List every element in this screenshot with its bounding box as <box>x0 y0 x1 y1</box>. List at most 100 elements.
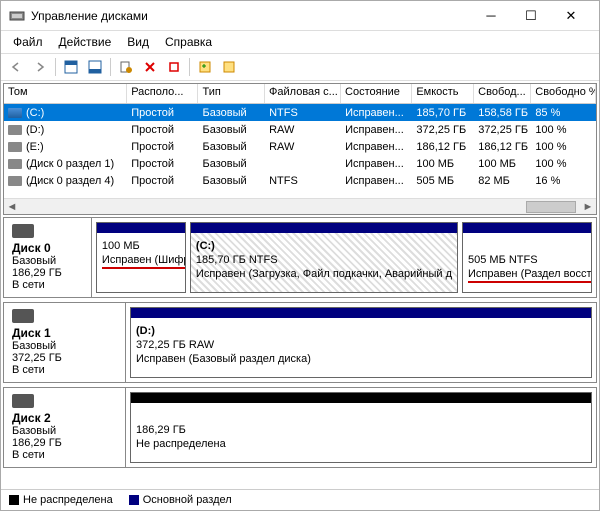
disk-2-type: Базовый <box>12 425 117 437</box>
disk-0-part-1[interactable]: 100 МБ Исправен (Шифр <box>96 222 186 293</box>
menu-file[interactable]: Файл <box>5 33 51 51</box>
disk-0-row[interactable]: Диск 0 Базовый 186,29 ГБ В сети 100 МБ И… <box>3 217 597 298</box>
th-cap[interactable]: Емкость <box>412 84 474 103</box>
cell-layout: Простой <box>127 157 198 171</box>
table-header: Том Располо... Тип Файловая с... Состоян… <box>4 84 596 104</box>
scroll-left-icon[interactable]: ◄ <box>4 200 20 214</box>
cell-fs: RAW <box>265 140 341 154</box>
part-status: Исправен (Раздел восстан <box>468 267 592 283</box>
disk-0-part-2[interactable]: (C:) 185,70 ГБ NTFS Исправен (Загрузка, … <box>190 222 458 293</box>
cell-layout: Простой <box>127 174 198 188</box>
view-bottom-button[interactable] <box>84 56 106 78</box>
part-size: 505 МБ NTFS <box>468 253 586 267</box>
disk-1-part-1[interactable]: (D:) 372,25 ГБ RAW Исправен (Базовый раз… <box>130 307 592 378</box>
table-row[interactable]: (Диск 0 раздел 4)ПростойБазовыйNTFSИспра… <box>4 172 596 189</box>
cell-status: Исправен... <box>341 123 412 137</box>
disk-0-part-3[interactable]: 505 МБ NTFS Исправен (Раздел восстан <box>462 222 592 293</box>
volume-icon <box>8 159 22 169</box>
cell-pct: 100 % <box>531 140 596 154</box>
app-icon <box>9 8 25 24</box>
menu-view[interactable]: Вид <box>119 33 157 51</box>
part-size: 372,25 ГБ RAW <box>136 338 586 352</box>
part-name: (D:) <box>136 324 586 338</box>
scroll-right-icon[interactable]: ► <box>580 200 596 214</box>
close-button[interactable]: ✕ <box>551 2 591 30</box>
window-title: Управление дисками <box>31 9 471 23</box>
volume-icon <box>8 142 22 152</box>
cell-status: Исправен... <box>341 106 412 120</box>
menu-action[interactable]: Действие <box>51 33 120 51</box>
cell-pct: 85 % <box>531 106 596 120</box>
forward-button[interactable] <box>29 56 51 78</box>
legend: Не распределена Основной раздел <box>1 489 599 510</box>
th-fs[interactable]: Файловая с... <box>265 84 341 103</box>
drive-icon <box>12 394 34 408</box>
cell-status: Исправен... <box>341 157 412 171</box>
disk-0-type: Базовый <box>12 255 83 267</box>
delete-button[interactable] <box>139 56 161 78</box>
disk-2-part-1[interactable]: 186,29 ГБ Не распределена <box>130 392 592 463</box>
cell-cap: 505 МБ <box>412 174 474 188</box>
view-top-button[interactable] <box>60 56 82 78</box>
cell-type: Базовый <box>199 157 266 171</box>
disk-0-status: В сети <box>12 279 83 291</box>
volumes-table[interactable]: Том Располо... Тип Файловая с... Состоян… <box>3 83 597 215</box>
disk-0-size: 186,29 ГБ <box>12 267 83 279</box>
table-row[interactable]: (Диск 0 раздел 1)ПростойБазовый Исправен.… <box>4 155 596 172</box>
drive-icon <box>12 224 34 238</box>
menu-help[interactable]: Справка <box>157 33 220 51</box>
th-layout[interactable]: Располо... <box>127 84 198 103</box>
horizontal-scrollbar[interactable]: ◄ ► <box>4 198 596 214</box>
th-pct[interactable]: Свободно % <box>531 84 596 103</box>
cell-fs: RAW <box>265 123 341 137</box>
part-size: 185,70 ГБ NTFS <box>196 253 452 267</box>
cell-name: (E:) <box>4 140 127 154</box>
disk-1-type: Базовый <box>12 340 117 352</box>
disk-map: Диск 0 Базовый 186,29 ГБ В сети 100 МБ И… <box>3 217 597 468</box>
volume-icon <box>8 108 22 118</box>
disk-1-row[interactable]: Диск 1 Базовый 372,25 ГБ В сети (D:) 372… <box>3 302 597 383</box>
th-type[interactable]: Тип <box>198 84 265 103</box>
cell-type: Базовый <box>199 140 266 154</box>
scroll-thumb[interactable] <box>526 201 576 213</box>
disk-1-size: 372,25 ГБ <box>12 352 117 364</box>
cell-type: Базовый <box>199 174 266 188</box>
legend-unallocated: Не распределена <box>9 494 113 506</box>
minimize-button[interactable]: ─ <box>471 2 511 30</box>
cell-name: (Диск 0 раздел 4) <box>4 174 127 188</box>
cell-free: 100 МБ <box>474 157 531 171</box>
part-status: Исправен (Базовый раздел диска) <box>136 352 586 366</box>
cell-free: 82 МБ <box>474 174 531 188</box>
cell-cap: 185,70 ГБ <box>412 106 474 120</box>
th-volume[interactable]: Том <box>4 84 127 103</box>
cell-name: (Диск 0 раздел 1) <box>4 157 127 171</box>
cell-type: Базовый <box>199 123 266 137</box>
cell-fs: NTFS <box>265 174 341 188</box>
disk-2-row[interactable]: Диск 2 Базовый 186,29 ГБ В сети 186,29 Г… <box>3 387 597 468</box>
cell-pct: 100 % <box>531 157 596 171</box>
title-bar: Управление дисками ─ ☐ ✕ <box>1 1 599 31</box>
table-row[interactable]: (E:)ПростойБазовыйRAWИсправен...186,12 Г… <box>4 138 596 155</box>
part-status: Не распределена <box>136 437 586 451</box>
back-button[interactable] <box>5 56 27 78</box>
th-status[interactable]: Состояние <box>341 84 412 103</box>
cell-free: 372,25 ГБ <box>474 123 531 137</box>
rescan-button[interactable] <box>218 56 240 78</box>
refresh-button[interactable] <box>194 56 216 78</box>
th-free[interactable]: Свобод... <box>474 84 531 103</box>
table-row[interactable]: (D:)ПростойБазовыйRAWИсправен...372,25 Г… <box>4 121 596 138</box>
disk-1-label: Диск 1 Базовый 372,25 ГБ В сети <box>4 303 126 382</box>
mark-button[interactable] <box>163 56 185 78</box>
maximize-button[interactable]: ☐ <box>511 2 551 30</box>
cell-fs <box>265 163 341 165</box>
disk-0-name: Диск 0 <box>12 241 83 255</box>
cell-pct: 100 % <box>531 123 596 137</box>
disk-1-status: В сети <box>12 364 117 376</box>
disk-2-name: Диск 2 <box>12 411 117 425</box>
properties-button[interactable] <box>115 56 137 78</box>
cell-pct: 16 % <box>531 174 596 188</box>
table-row[interactable]: (C:)ПростойБазовыйNTFSИсправен...185,70 … <box>4 104 596 121</box>
cell-name: (C:) <box>4 106 127 120</box>
cell-cap: 100 МБ <box>412 157 474 171</box>
disk-0-label: Диск 0 Базовый 186,29 ГБ В сети <box>4 218 92 297</box>
